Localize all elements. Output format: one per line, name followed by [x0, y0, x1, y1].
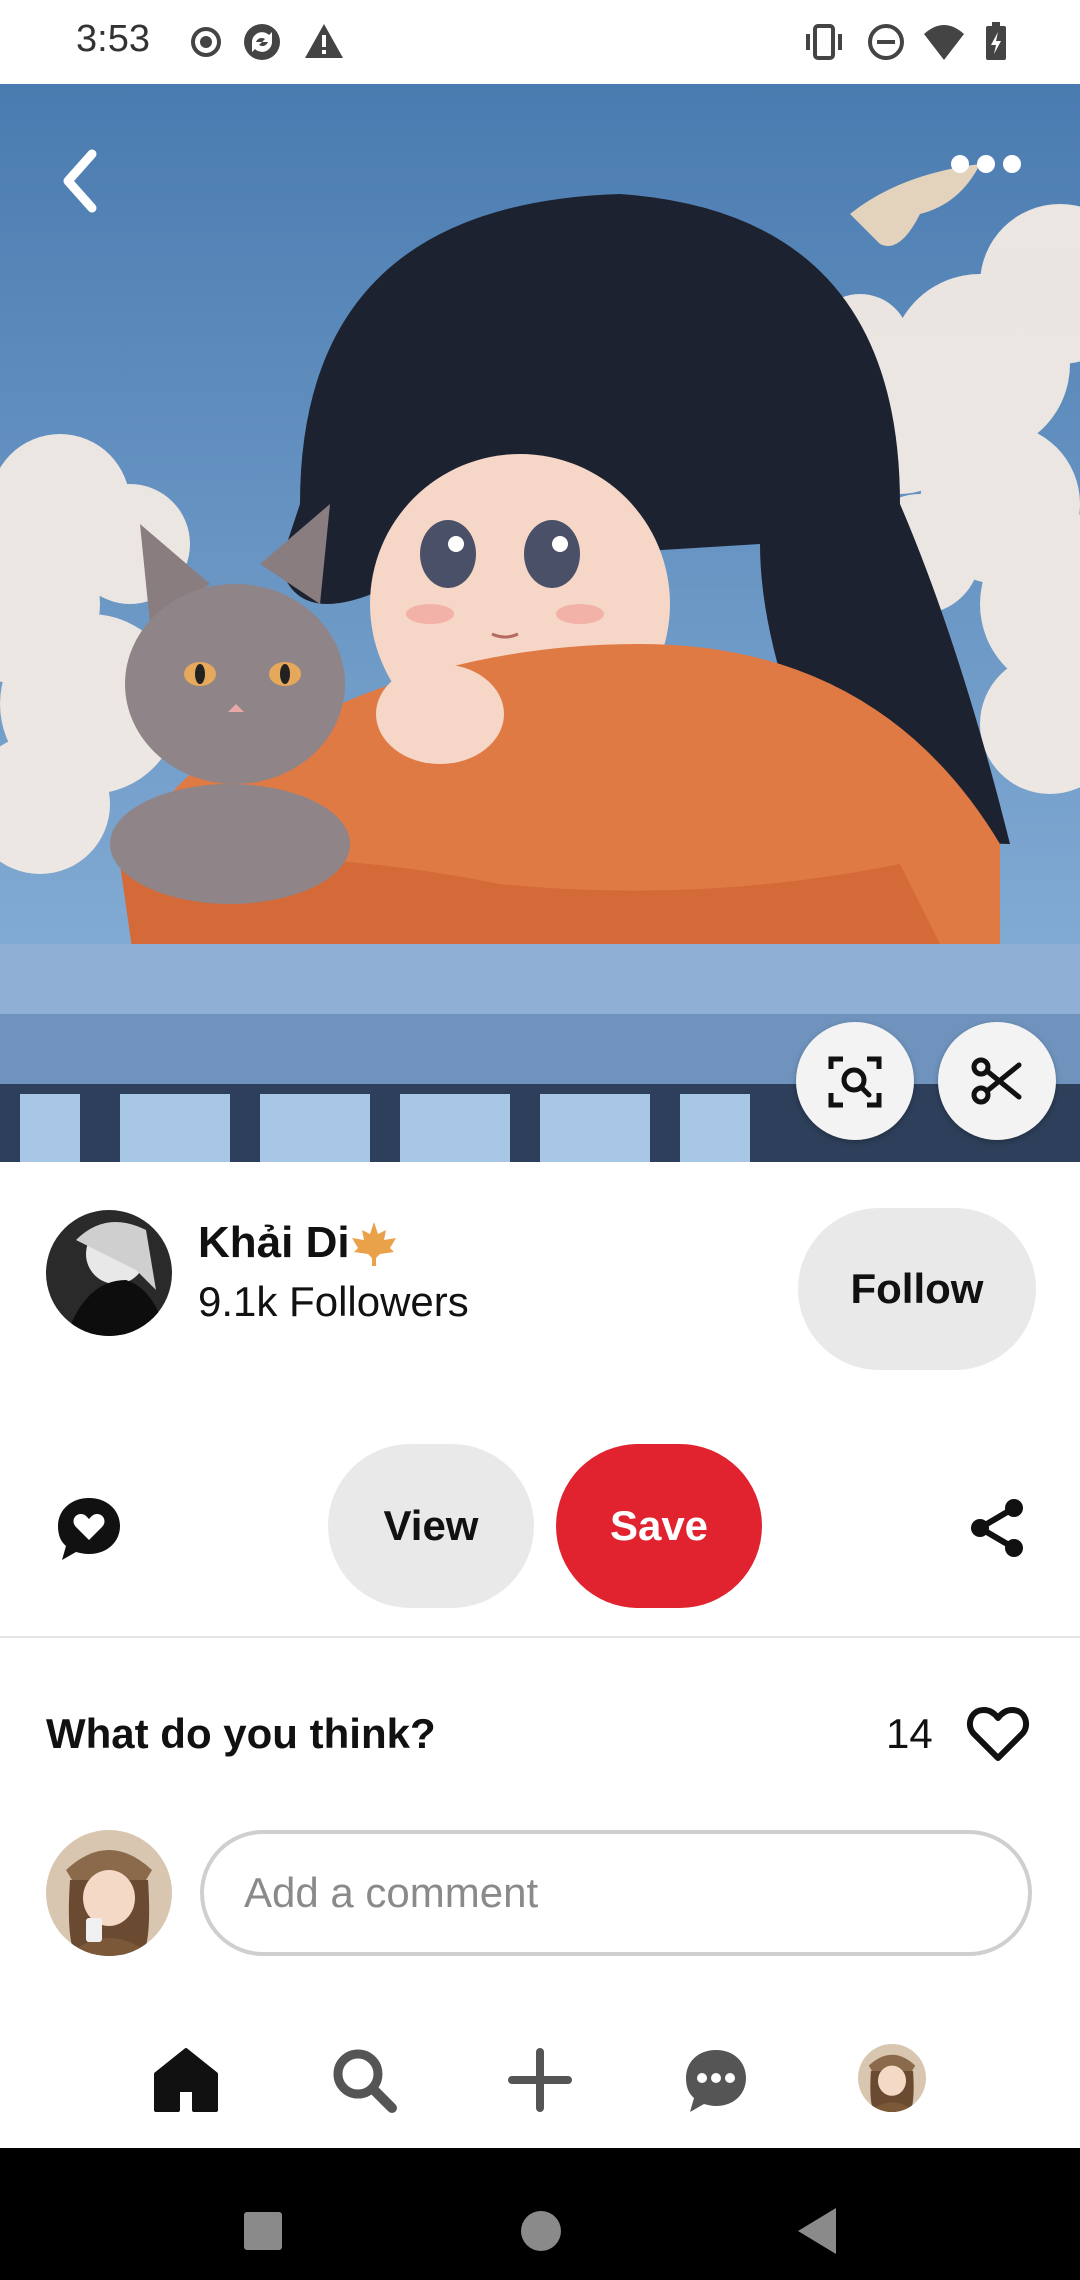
plus-icon	[508, 2048, 572, 2112]
comment-prompt: What do you think?	[46, 1710, 436, 1757]
follow-button[interactable]: Follow	[798, 1208, 1036, 1370]
author-avatar[interactable]	[46, 1210, 172, 1336]
follower-count: 9.1k Followers	[198, 1278, 469, 1325]
pin-illustration	[0, 84, 1080, 1162]
search-icon	[333, 2049, 397, 2113]
record-icon	[191, 27, 221, 57]
back-icon[interactable]	[56, 146, 104, 216]
maple-leaf-icon	[352, 1222, 396, 1266]
messages-icon	[686, 2050, 746, 2112]
visual-search-button[interactable]	[796, 1022, 914, 1140]
nav-profile-avatar[interactable]	[858, 2044, 926, 2112]
warning-icon	[305, 24, 343, 58]
crop-button[interactable]	[938, 1022, 1056, 1140]
nav-messages[interactable]	[680, 2044, 752, 2116]
author-name[interactable]: Khải Di	[198, 1218, 350, 1268]
system-navigation-bar	[0, 2148, 1080, 2280]
like-count: 14	[886, 1710, 933, 1757]
do-not-disturb-icon	[868, 24, 904, 60]
comment-input[interactable]	[200, 1830, 1032, 1956]
battery-icon	[986, 22, 1006, 60]
nav-search[interactable]	[328, 2044, 400, 2116]
heart-outline-icon[interactable]	[966, 1704, 1030, 1764]
recents-icon[interactable]	[242, 2210, 284, 2252]
section-divider	[0, 1636, 1080, 1638]
nav-home[interactable]	[150, 2044, 222, 2116]
system-back-icon[interactable]	[796, 2206, 838, 2256]
more-dots-icon[interactable]	[950, 146, 1022, 182]
view-button[interactable]: View	[328, 1444, 534, 1608]
scissors-icon	[971, 1057, 1022, 1105]
vibrate-icon	[806, 24, 842, 60]
wifi-icon	[924, 25, 964, 60]
pin-image[interactable]	[0, 84, 1080, 1162]
home-button-icon[interactable]	[520, 2210, 562, 2252]
nav-create[interactable]	[504, 2044, 576, 2116]
lens-search-icon	[828, 1056, 882, 1108]
share-icon[interactable]	[966, 1496, 1030, 1560]
status-time: 3:53	[76, 18, 150, 60]
status-bar: 3:53	[0, 0, 1080, 84]
heart-bubble-icon[interactable]	[54, 1494, 124, 1564]
sync-icon	[244, 24, 280, 60]
home-icon	[154, 2048, 218, 2112]
save-button[interactable]: Save	[556, 1444, 762, 1608]
current-user-avatar	[46, 1830, 172, 1956]
